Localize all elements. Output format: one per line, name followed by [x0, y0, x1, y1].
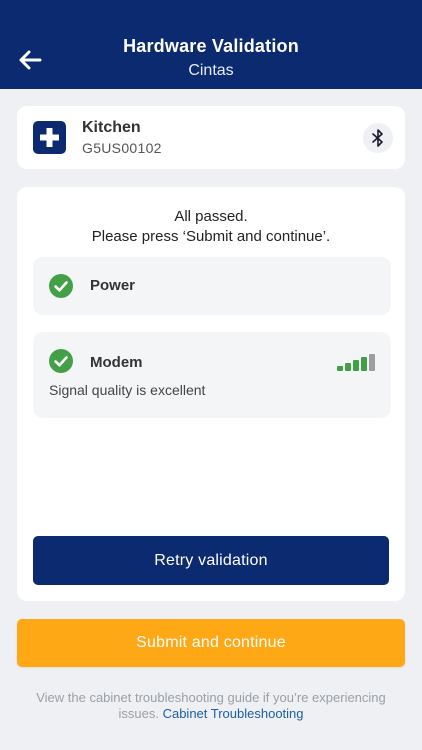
signal-bar	[361, 357, 367, 371]
signal-bar	[369, 354, 375, 371]
device-serial: G5US00102	[82, 140, 162, 156]
status-line-2: Please press ‘Submit and continue’.	[91, 228, 331, 245]
power-check-item: Power	[33, 257, 391, 315]
medical-cross-icon	[33, 121, 66, 154]
status-line-1: All passed.	[174, 208, 248, 225]
page-title: Hardware Validation	[123, 36, 299, 56]
validation-card: All passed. Please press ‘Submit and con…	[17, 187, 405, 601]
bluetooth-button[interactable]	[363, 123, 393, 153]
modem-check-item: Modem Signal quality is excellent	[33, 332, 391, 418]
signal-strength-icon	[337, 354, 375, 371]
page-subtitle: Cintas	[188, 62, 234, 79]
footer-help: View the cabinet troubleshooting guide i…	[30, 690, 392, 722]
validation-status: All passed. Please press ‘Submit and con…	[17, 207, 405, 247]
retry-validation-button[interactable]: Retry validation	[33, 536, 389, 585]
check-circle-icon	[49, 274, 73, 298]
submit-and-continue-button[interactable]: Submit and continue	[17, 619, 405, 667]
device-name: Kitchen	[82, 119, 141, 136]
power-label: Power	[90, 277, 136, 294]
app-header: Hardware Validation Cintas	[0, 0, 422, 89]
signal-bar	[337, 366, 343, 371]
signal-bar	[345, 363, 351, 371]
check-circle-icon	[49, 349, 73, 373]
modem-detail: Signal quality is excellent	[49, 382, 206, 398]
device-card: Kitchen G5US00102	[17, 106, 405, 169]
cabinet-troubleshooting-link[interactable]: Cabinet Troubleshooting	[163, 706, 304, 721]
bluetooth-icon	[372, 129, 383, 147]
modem-label: Modem	[90, 354, 143, 371]
signal-bar	[353, 360, 359, 371]
